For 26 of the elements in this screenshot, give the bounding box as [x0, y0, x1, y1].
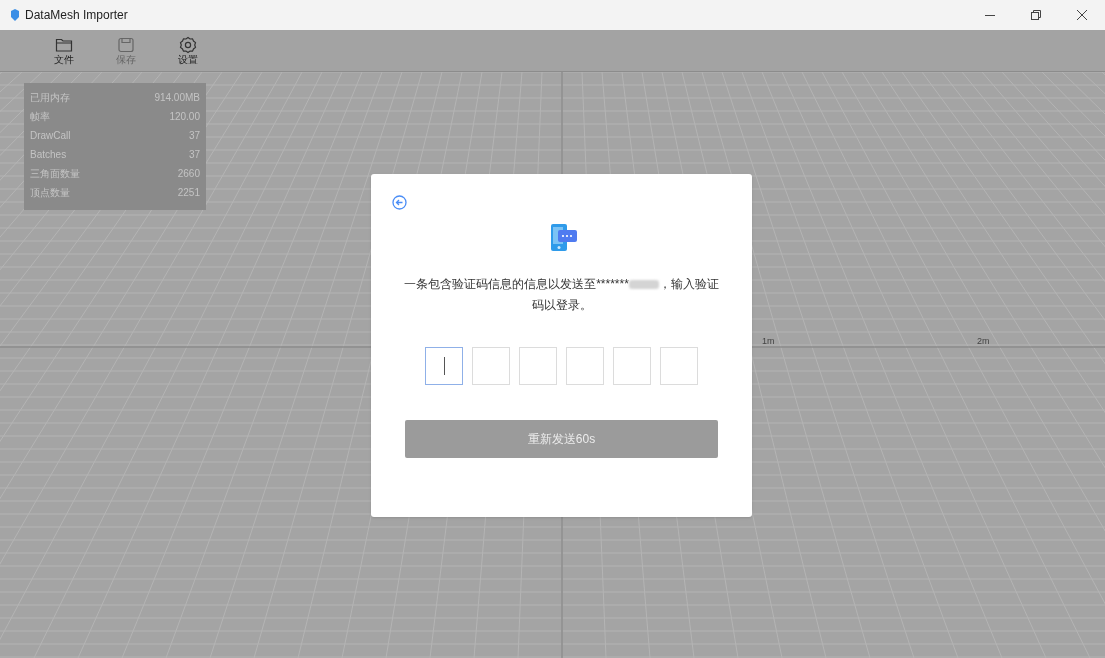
verification-message: 一条包含验证码信息的信息以发送至******* ，输入验证码以登录。 [403, 276, 720, 314]
toolbar-button[interactable]: 文件 [44, 35, 84, 66]
window-title: DataMesh Importer [25, 7, 128, 24]
code-input-field[interactable] [613, 347, 651, 385]
stat-value: 914.00MB [154, 91, 200, 105]
stat-value: 120.00 [169, 110, 200, 124]
code-input-field[interactable] [566, 347, 604, 385]
stat-value: 37 [188, 129, 200, 143]
stat-value: 37 [188, 148, 200, 162]
code-input-field[interactable] [519, 347, 557, 385]
code-input-field[interactable] [472, 347, 510, 385]
gear-icon [179, 35, 197, 54]
close-icon [1077, 10, 1087, 20]
phone-message-icon [549, 224, 578, 252]
restore-icon [1031, 10, 1041, 20]
back-icon[interactable] [392, 195, 407, 210]
toolbar-button[interactable]: 设置 [168, 35, 208, 66]
axis-label: 2m [977, 335, 990, 348]
code-input-field[interactable] [425, 347, 463, 385]
save-icon [117, 35, 135, 54]
axis-label: 1m [762, 335, 775, 348]
code-input-field[interactable] [660, 347, 698, 385]
stat-label: Batches [30, 148, 67, 162]
stat-value: 2251 [177, 186, 200, 200]
app-icon [10, 9, 20, 21]
stat-label: DrawCall [30, 129, 71, 143]
